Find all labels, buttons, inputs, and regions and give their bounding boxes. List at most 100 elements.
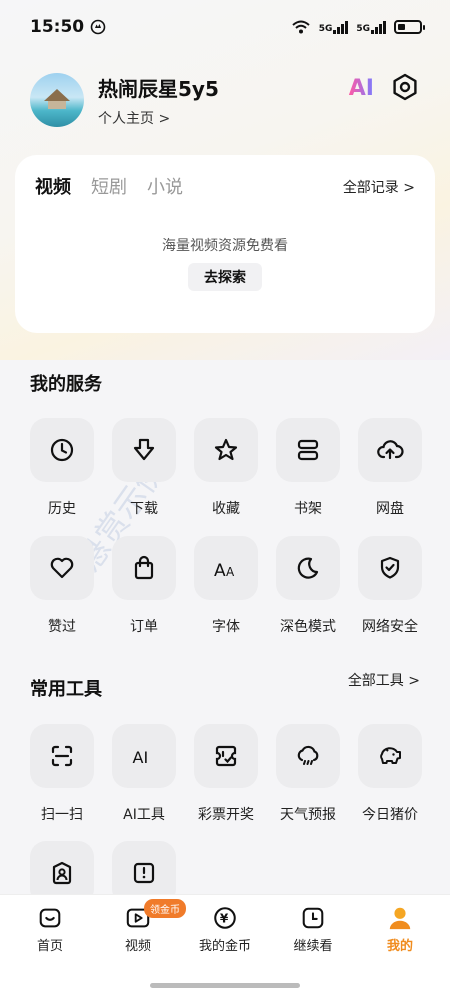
tab-1[interactable]: 短剧 [91, 173, 127, 199]
grid-item-label: 天气预报 [280, 807, 336, 823]
grid-item-ai[interactable]: AI AI工具 [112, 724, 176, 824]
grid-item-download[interactable]: 下载 [112, 418, 176, 518]
grid-item-label: 收藏 [212, 501, 240, 517]
grid-icon-tile [276, 536, 340, 600]
profile-name: 热闹辰星5y5 [98, 76, 219, 101]
grid-item-label: 深色模式 [280, 619, 336, 635]
signal-bars-icon [371, 20, 386, 34]
nav-item-coin[interactable]: ¥ 我的金币 [185, 903, 265, 954]
notification-icon [90, 19, 106, 35]
grid-item-shopping-bag[interactable]: 订单 [112, 536, 176, 636]
signal-bars-icon [333, 20, 349, 34]
grid-icon-tile [112, 418, 176, 482]
piggy-icon [380, 747, 401, 764]
profile-info: 热闹辰星5y5 个人主页 > [98, 73, 219, 128]
grid-item-moon[interactable]: 深色模式 [276, 536, 340, 636]
watch-record-card: 视频 短剧 小说 全部记录 > 海量视频资源免费看 去探索 [15, 155, 435, 333]
grid-item-label: 彩票开奖 [198, 807, 254, 823]
grid-item-label: 订单 [130, 619, 158, 635]
nav-item-home[interactable]: 首页 [10, 903, 90, 954]
coin-icon: ¥ [214, 907, 236, 929]
grid-item-label: 下载 [130, 501, 158, 517]
nav-item-continue-watch[interactable]: 继续看 [273, 903, 353, 954]
svg-text:AI: AI [133, 748, 149, 767]
grid-item-heart[interactable]: 赞过 [30, 536, 94, 636]
grid-icon-tile [30, 536, 94, 600]
font-icon: AA [214, 561, 235, 581]
grid-icon-tile [276, 724, 340, 788]
svg-text:¥: ¥ [220, 912, 229, 926]
grid-item-label: 扫一扫 [41, 807, 83, 823]
clock-icon [50, 438, 74, 462]
grid-icon-tile [358, 724, 422, 788]
grid-icon-tile: AA [194, 536, 258, 600]
grid-item-cloud-upload[interactable]: 网盘 [358, 418, 422, 518]
avatar[interactable] [30, 73, 84, 127]
all-tools-link[interactable]: 全部工具 > [348, 670, 420, 690]
nav-icon: ¥ [185, 903, 265, 933]
grid-item-bookshelf[interactable]: 书架 [276, 418, 340, 518]
grid-item-label: 字体 [212, 619, 240, 635]
battery-level [398, 24, 405, 30]
signal-2: 5G [356, 20, 386, 34]
grid-item-clock[interactable]: 历史 [30, 418, 94, 518]
weather-icon [297, 745, 319, 765]
notice-icon [133, 862, 155, 884]
star-icon [214, 438, 238, 461]
lottery-icon [215, 745, 237, 767]
grid-item-piggy[interactable]: 今日猪价 [358, 724, 422, 824]
grid-item-shield-check[interactable]: 网络安全 [358, 536, 422, 636]
grid-icon-tile [276, 418, 340, 482]
grid-item-label: 书架 [294, 501, 322, 517]
nav-label: 我的金币 [198, 939, 251, 954]
home-indicator[interactable] [150, 983, 300, 988]
avatar-hut-base [48, 101, 66, 109]
avatar-hut-roof [44, 89, 70, 101]
contact-book-icon [52, 861, 72, 885]
grid-item-label: 网盘 [376, 501, 404, 517]
homepage-link[interactable]: 个人主页 > [98, 108, 219, 128]
home-icon [39, 908, 61, 928]
grid-icon-tile [30, 724, 94, 788]
nav-item-profile[interactable]: 我的 [360, 903, 440, 954]
tab-0[interactable]: 视频 [35, 173, 71, 199]
nav-icon [273, 903, 353, 933]
grid-icon-tile [358, 418, 422, 482]
empty-state-text: 海量视频资源免费看 [162, 238, 288, 254]
signal-1: 5G [318, 20, 349, 34]
nav-label: 继续看 [293, 939, 333, 954]
explore-button[interactable]: 去探索 [188, 263, 262, 291]
network-type-1: 5G [318, 23, 333, 34]
status-indicators: 5G 5G [291, 19, 425, 35]
wifi-icon [292, 20, 310, 34]
nav-icon [10, 903, 90, 933]
grid-item-label: 历史 [48, 501, 76, 517]
svg-text:A: A [214, 561, 226, 581]
all-records-link[interactable]: 全部记录 > [343, 177, 415, 197]
common-tools-title: 常用工具 [30, 679, 102, 700]
nav-item-video[interactable]: 视频 领金币 [98, 899, 186, 954]
record-tabs: 视频 短剧 小说 [35, 173, 183, 199]
bookshelf-icon [297, 439, 319, 461]
nav-icon [360, 903, 440, 933]
download-icon [133, 438, 155, 461]
grid-item-weather[interactable]: 天气预报 [276, 724, 340, 824]
profile-header: 热闹辰星5y5 个人主页 > AI [30, 70, 430, 130]
moon-icon [297, 557, 319, 579]
grid-icon-tile [358, 536, 422, 600]
grid-item-star[interactable]: 收藏 [194, 418, 258, 518]
settings-gear-icon[interactable] [390, 72, 420, 102]
grid-item-lottery[interactable]: 彩票开奖 [194, 724, 258, 824]
svg-text:A: A [226, 565, 235, 579]
tab-2[interactable]: 小说 [147, 173, 183, 199]
grid-icon-tile [112, 536, 176, 600]
continue-watch-icon [302, 907, 324, 929]
grid-icon-tile [30, 418, 94, 482]
grid-item-font[interactable]: A A 字体 [194, 536, 258, 636]
ai-assistant-button[interactable]: AI [349, 76, 374, 101]
battery-icon [394, 20, 425, 34]
profile-icon [389, 907, 411, 930]
network-type-2: 5G [356, 23, 370, 34]
clock-text: 15:50 [30, 17, 85, 37]
grid-item-scan[interactable]: 扫一扫 [30, 724, 94, 824]
